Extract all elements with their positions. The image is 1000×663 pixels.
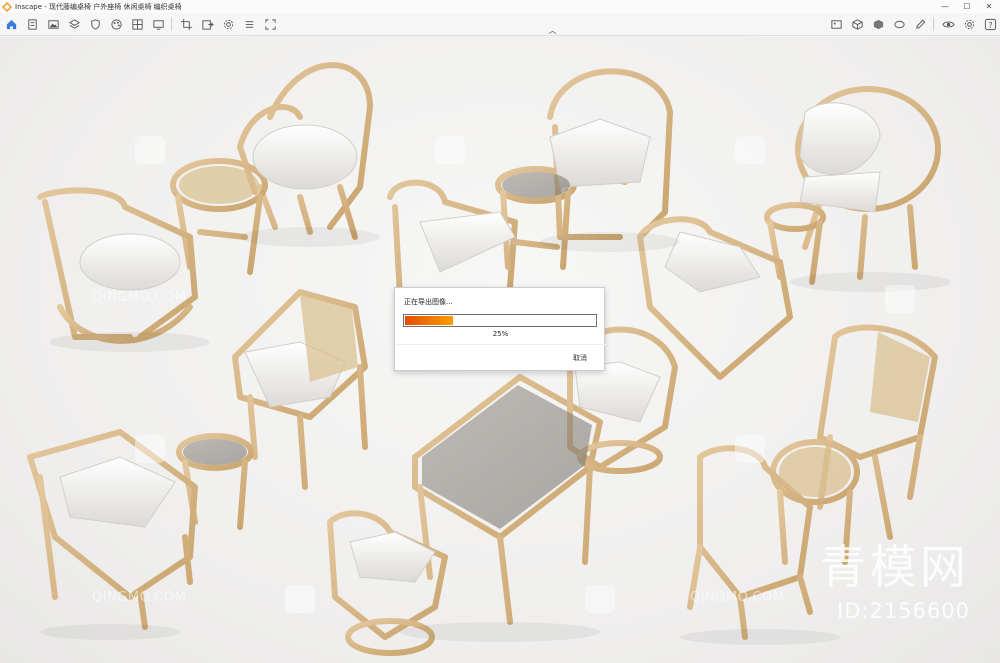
grid-icon [131, 18, 143, 30]
progress-fill [405, 316, 453, 325]
settings-icon [223, 19, 233, 29]
title-bar: Inscape - 现代藤编桌椅 户外座椅 休闲桌椅 编织桌椅 — ☐ ✕ [0, 0, 1000, 13]
export-icon [201, 19, 214, 30]
shield-button[interactable] [85, 14, 105, 34]
export-progress-dialog: 正在导出图像... 25% 取消 [394, 287, 606, 371]
toolbar-separator [933, 17, 934, 31]
toolbar-separator [171, 17, 172, 31]
help-icon: ? [984, 18, 996, 30]
watermark-logo-icon [585, 585, 615, 613]
image-button[interactable] [43, 14, 63, 34]
edit-icon [915, 19, 925, 29]
close-icon: ✕ [985, 2, 993, 11]
gear-icon [964, 19, 974, 29]
watermark-logo-icon [885, 285, 915, 313]
material-button[interactable] [868, 14, 888, 34]
watermark-logo-icon [135, 435, 165, 463]
shape-button[interactable] [889, 14, 909, 34]
cube-button[interactable] [847, 14, 867, 34]
image-icon [47, 19, 59, 29]
watermark-logo-icon [285, 585, 315, 613]
watermark-id: ID:2156600 [837, 599, 970, 623]
grid-button[interactable] [127, 14, 147, 34]
gear-button[interactable] [959, 14, 979, 34]
crop-icon [180, 18, 192, 30]
document-icon [27, 18, 37, 30]
home-button[interactable] [1, 14, 21, 34]
main-toolbar: ︿ ? [0, 13, 1000, 36]
eye-icon [941, 21, 955, 27]
layers-button[interactable] [64, 14, 84, 34]
cancel-button[interactable]: 取消 [573, 353, 587, 363]
watermark-text: QINGMO.COM [92, 590, 187, 605]
list-icon [245, 20, 253, 28]
watermark-text: QINGMO.COM [92, 290, 187, 305]
cube-icon [851, 18, 863, 30]
dialog-message: 正在导出图像... [404, 298, 453, 306]
close-button[interactable]: ✕ [978, 0, 1000, 13]
export-button[interactable] [197, 14, 217, 34]
help-button[interactable]: ? [980, 14, 1000, 34]
image-icon [830, 19, 842, 29]
watermark-text: QINGMO.COM [690, 590, 785, 605]
expand-button[interactable] [260, 14, 280, 34]
watermark-brand: 青模网 [820, 540, 970, 594]
render-image-button[interactable] [826, 14, 846, 34]
document-button[interactable] [22, 14, 42, 34]
toolbar-spacer: ︿ [280, 13, 825, 36]
app-window: Inscape - 现代藤编桌椅 户外座椅 休闲桌椅 编织桌椅 — ☐ ✕ ︿ … [0, 0, 1000, 663]
watermark-logo-icon [735, 435, 765, 463]
watermark-logo-icon [735, 136, 765, 164]
expand-icon [264, 18, 276, 30]
shield-icon [90, 18, 100, 30]
fit-screen-button[interactable] [148, 14, 168, 34]
app-logo-icon [2, 1, 12, 12]
maximize-button[interactable]: ☐ [956, 0, 978, 13]
svg-text:?: ? [988, 19, 992, 29]
color-palette-button[interactable] [106, 14, 126, 34]
eye-button[interactable] [938, 14, 958, 34]
minimize-icon: — [941, 2, 949, 11]
watermark-logo-icon [435, 136, 465, 164]
window-title: Inscape - 现代藤编桌椅 户外座椅 休闲桌椅 编织桌椅 [15, 2, 182, 11]
progress-percent: 25% [492, 330, 509, 338]
maximize-icon: ☐ [963, 2, 971, 11]
list-button[interactable] [239, 14, 259, 34]
progress-bar [403, 314, 597, 327]
color-palette-icon [110, 18, 122, 30]
settings-button[interactable] [218, 14, 238, 34]
watermark-logo-icon [135, 136, 165, 164]
shape-icon [893, 20, 905, 28]
fit-screen-icon [152, 19, 164, 30]
home-icon [6, 19, 16, 29]
minimize-button[interactable]: — [934, 0, 956, 13]
edit-button[interactable] [910, 14, 930, 34]
layers-icon [68, 18, 80, 29]
dialog-divider [395, 344, 606, 345]
crop-button[interactable] [176, 14, 196, 34]
chevron-up-icon[interactable]: ︿ [549, 25, 557, 36]
material-icon [873, 19, 883, 29]
